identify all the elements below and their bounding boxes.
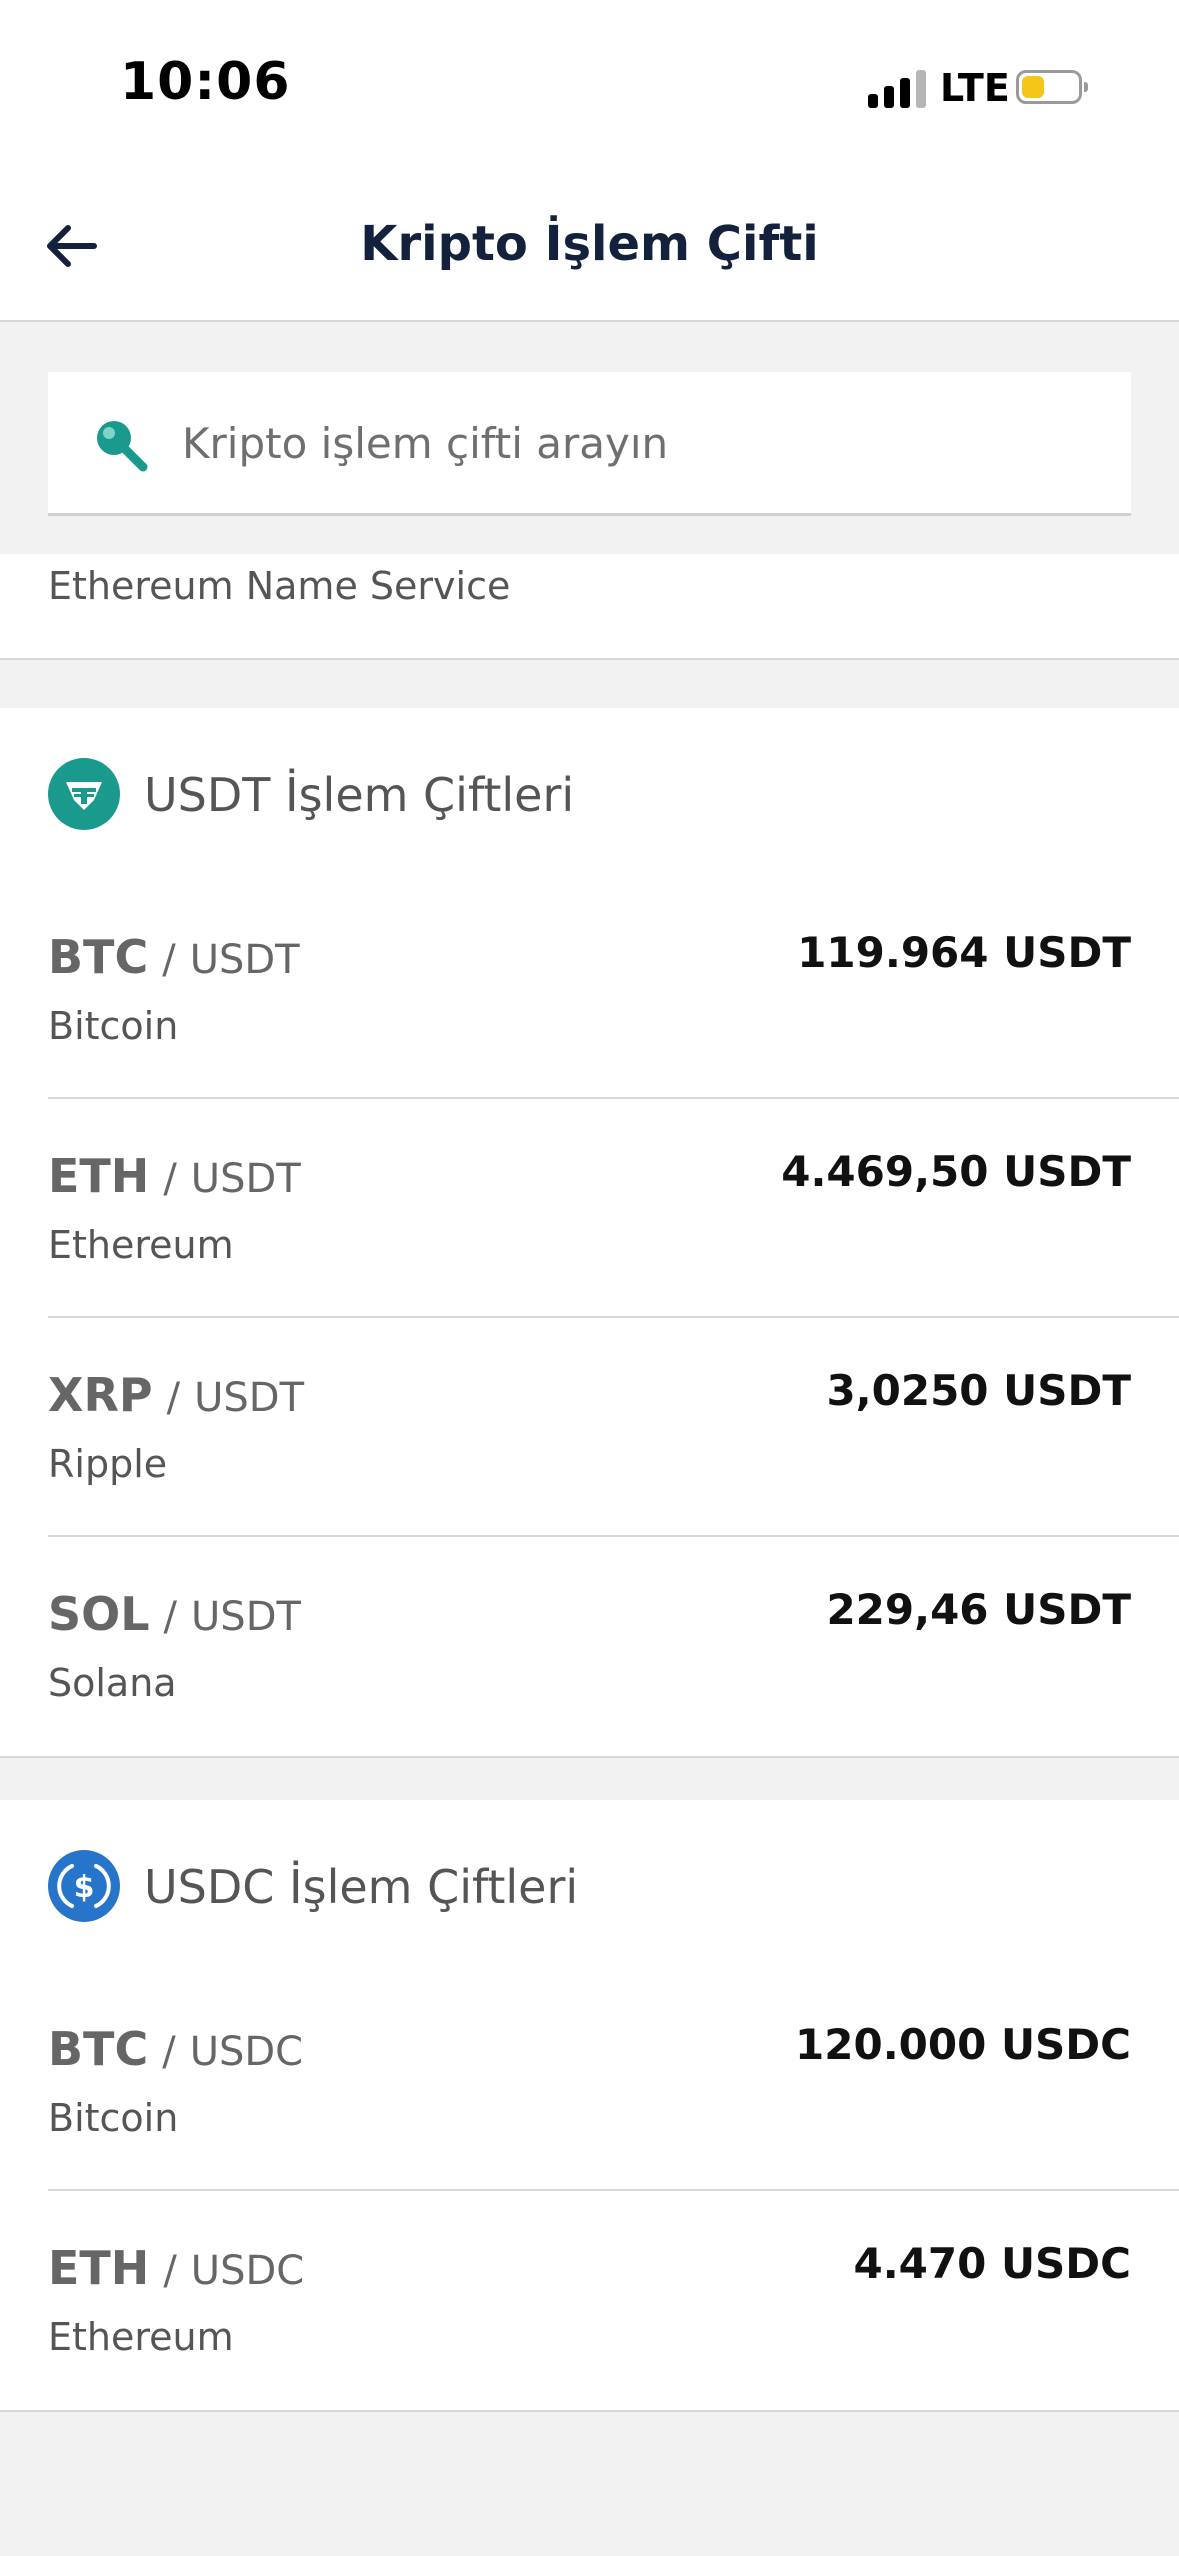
status-time: 10:06 (120, 52, 291, 112)
pair-price: 4.469,50 USDT (781, 1147, 1131, 1196)
svg-text:$: $ (74, 1870, 95, 1905)
pair-row-eth-usdt[interactable]: ETH / USDT Ethereum 4.469,50 USDT (0, 1099, 1179, 1318)
pair-symbol: SOL / USDT (48, 1587, 301, 1641)
pair-row-xrp-usdt[interactable]: XRP / USDT Ripple 3,0250 USDT (0, 1318, 1179, 1537)
pair-quote: USDT (191, 1594, 301, 1640)
pair-quote: USDT (194, 1375, 304, 1421)
search-bar (48, 372, 1131, 516)
coin-name: Bitcoin (48, 1004, 179, 1048)
section-title: USDT İşlem Çiftleri (144, 768, 575, 822)
pair-price: 229,46 USDT (826, 1585, 1131, 1634)
usdc-icon: $ (48, 1850, 120, 1922)
pair-price: 120.000 USDC (795, 2020, 1131, 2069)
status-bar: 10:06 LTE (0, 0, 1179, 170)
section-title: USDC İşlem Çiftleri (144, 1860, 579, 1914)
pair-row-eth-usdc[interactable]: ETH / USDC Ethereum 4.470 USDC (0, 2191, 1179, 2410)
usdt-pairs-section: USDT İşlem Çiftleri BTC / USDT Bitcoin 1… (0, 708, 1179, 1758)
pair-row-btc-usdc[interactable]: BTC / USDC Bitcoin 120.000 USDC (0, 1972, 1179, 2191)
search-icon (97, 421, 148, 472)
nav-bar: Kripto İşlem Çifti (0, 170, 1179, 322)
pair-base: XRP (48, 1368, 153, 1422)
pair-price: 119.964 USDT (797, 928, 1131, 977)
pair-quote: USDC (189, 2029, 304, 2075)
pair-base: SOL (48, 1587, 150, 1641)
network-type: LTE (940, 66, 1010, 110)
section-header: $ USDC İşlem Çiftleri (0, 1800, 1179, 1972)
pair-separator: / (162, 937, 176, 983)
pair-base: BTC (48, 930, 149, 984)
coin-name: Bitcoin (48, 2096, 179, 2140)
coin-name: Ethereum (48, 1223, 234, 1267)
pair-base: ETH (48, 2241, 150, 2295)
pair-base: BTC (48, 2022, 149, 2076)
pair-row-btc-usdt[interactable]: BTC / USDT Bitcoin 119.964 USDT (0, 880, 1179, 1099)
pair-separator: / (163, 2248, 177, 2294)
list-item[interactable]: Ethereum Name Service (0, 554, 1179, 660)
pair-price: 3,0250 USDT (826, 1366, 1131, 1415)
search-input[interactable] (180, 372, 1084, 514)
pair-base: ETH (48, 1149, 150, 1203)
pair-symbol: BTC / USDT (48, 930, 300, 984)
battery-icon (1016, 70, 1088, 104)
list-item-label: Ethereum Name Service (48, 564, 511, 608)
section-header: USDT İşlem Çiftleri (0, 708, 1179, 880)
usdc-pairs-section: $ USDC İşlem Çiftleri BTC / USDC Bitcoin… (0, 1800, 1179, 2412)
page-title: Kripto İşlem Çifti (360, 216, 819, 272)
pair-symbol: XRP / USDT (48, 1368, 304, 1422)
tether-icon (48, 758, 120, 830)
pair-row-sol-usdt[interactable]: SOL / USDT Solana 229,46 USDT (0, 1537, 1179, 1756)
coin-name: Ethereum (48, 2315, 234, 2359)
pair-symbol: BTC / USDC (48, 2022, 303, 2076)
pair-symbol: ETH / USDT (48, 1149, 301, 1203)
pair-quote: USDC (190, 2248, 305, 2294)
pair-separator: / (166, 1375, 181, 1421)
pair-separator: / (163, 1594, 178, 1640)
pair-quote: USDT (189, 937, 300, 983)
pair-separator: / (163, 1156, 177, 1202)
signal-strength-icon (868, 68, 928, 108)
pair-separator: / (162, 2029, 176, 2075)
coin-name: Ripple (48, 1442, 168, 1486)
pair-symbol: ETH / USDC (48, 2241, 304, 2295)
coin-name: Solana (48, 1661, 177, 1705)
pair-price: 4.470 USDC (853, 2239, 1131, 2288)
pair-quote: USDT (190, 1156, 301, 1202)
